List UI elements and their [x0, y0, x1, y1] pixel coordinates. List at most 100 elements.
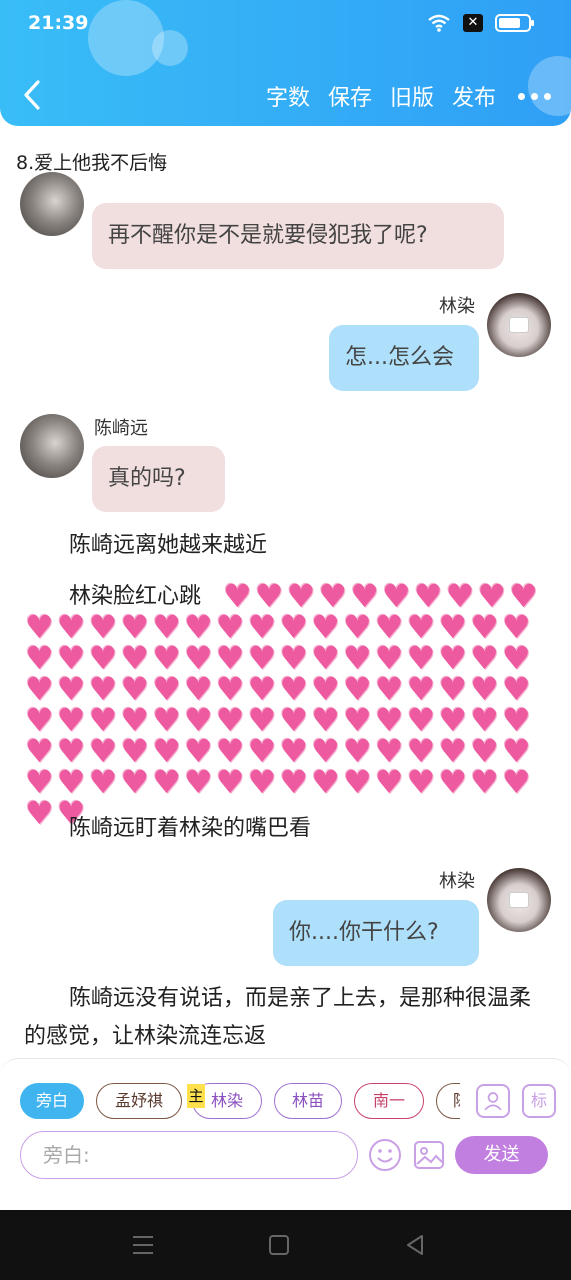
send-button[interactable]: 发送	[455, 1136, 548, 1174]
save-button[interactable]: 保存	[328, 80, 372, 112]
role-selector: 旁白 孟妤祺 林染 林苗 南一 陈	[20, 1083, 460, 1121]
main-role-tag: 主	[187, 1084, 205, 1108]
heart-emoji	[374, 764, 406, 800]
heart-emoji	[374, 609, 406, 645]
heart-emoji	[469, 702, 501, 738]
more-horizontal-icon[interactable]	[518, 87, 551, 106]
avatar-chen-qiyuan[interactable]	[20, 414, 84, 478]
heart-emoji	[56, 609, 88, 645]
avatar-lin-ran[interactable]	[487, 293, 551, 357]
heart-emoji	[437, 764, 469, 800]
heart-emoji	[342, 609, 374, 645]
heart-emoji	[183, 671, 215, 707]
heart-emoji	[406, 733, 438, 769]
narration-text[interactable]: 陈崎远没有说话，而是亲了上去，是那种很温柔的感觉，让林染流连忘返	[24, 980, 544, 1056]
heart-emoji	[501, 702, 533, 738]
chat-bubble[interactable]: 再不醒你是不是就要侵犯我了呢?	[92, 203, 504, 269]
heart-emoji	[278, 764, 310, 800]
chat-bubble[interactable]: 你....你干什么?	[273, 900, 479, 966]
heart-emoji	[437, 702, 469, 738]
role-chip[interactable]: 孟妤祺	[96, 1083, 182, 1119]
sticker-mask	[509, 892, 529, 908]
heart-emoji	[119, 702, 151, 738]
heart-emoji	[406, 702, 438, 738]
heart-emoji	[215, 702, 247, 738]
heart-emoji	[342, 733, 374, 769]
heart-emoji	[310, 671, 342, 707]
heart-emoji	[374, 640, 406, 676]
heart-emoji	[437, 609, 469, 645]
chevron-left-icon[interactable]	[14, 74, 50, 116]
heart-emoji	[151, 609, 183, 645]
smile-icon[interactable]	[368, 1138, 402, 1172]
status-time: 21:39	[28, 12, 89, 34]
heart-emoji	[437, 733, 469, 769]
heart-emoji	[406, 640, 438, 676]
sticker-mask	[509, 317, 529, 333]
home-square-icon[interactable]	[266, 1232, 292, 1258]
heart-emoji	[88, 609, 120, 645]
heart-row	[24, 764, 534, 800]
role-chip[interactable]: 林苗	[274, 1083, 342, 1119]
header-actions: 字数 保存 旧版 发布	[248, 80, 551, 112]
heart-emoji	[247, 733, 279, 769]
narration-text[interactable]: 陈崎远盯着林染的嘴巴看	[24, 810, 544, 848]
heart-emoji	[437, 671, 469, 707]
image-icon[interactable]	[413, 1139, 445, 1171]
back-triangle-icon[interactable]	[402, 1232, 428, 1258]
heart-emoji	[310, 609, 342, 645]
heart-emoji	[88, 702, 120, 738]
heart-emoji	[88, 671, 120, 707]
chat-bubble[interactable]: 怎...怎么会	[329, 325, 479, 391]
old-version-button[interactable]: 旧版	[390, 80, 434, 112]
heart-emoji	[183, 640, 215, 676]
heart-emoji	[501, 733, 533, 769]
speaker-name: 陈崎远	[94, 418, 148, 439]
role-chip-narrator[interactable]: 旁白	[20, 1083, 84, 1119]
heart-emoji	[247, 702, 279, 738]
heart-emoji	[342, 640, 374, 676]
message-input[interactable]: 旁白:	[20, 1131, 358, 1179]
heart-emoji	[310, 733, 342, 769]
heart-emoji	[310, 764, 342, 800]
heart-emoji	[215, 640, 247, 676]
heart-emoji	[342, 702, 374, 738]
narration-text[interactable]: 陈崎远离她越来越近	[24, 527, 544, 565]
wifi-icon	[428, 14, 450, 32]
heart-emoji	[501, 671, 533, 707]
heart-emoji	[183, 702, 215, 738]
heart-emoji-block	[24, 609, 534, 831]
heart-emoji	[24, 764, 56, 800]
avatar-chen-qiyuan[interactable]	[20, 172, 84, 236]
role-chip[interactable]: 陈	[436, 1083, 460, 1119]
heart-emoji	[119, 764, 151, 800]
heart-emoji	[374, 671, 406, 707]
heart-emoji	[24, 733, 56, 769]
top-app-bar: 21:39 ✕ 字数 保存 旧版 发布	[0, 0, 571, 126]
role-chip[interactable]: 南一	[354, 1083, 424, 1119]
heart-emoji	[183, 764, 215, 800]
word-count-button[interactable]: 字数	[266, 80, 310, 112]
menu-icon[interactable]	[130, 1232, 156, 1258]
heart-emoji	[151, 702, 183, 738]
heart-emoji	[310, 640, 342, 676]
speaker-name: 林染	[439, 871, 475, 892]
heart-emoji	[406, 764, 438, 800]
heart-emoji	[374, 733, 406, 769]
heart-emoji	[24, 671, 56, 707]
avatar-lin-ran[interactable]	[487, 868, 551, 932]
heart-emoji	[24, 702, 56, 738]
heart-emoji	[310, 702, 342, 738]
chat-bubble[interactable]: 真的吗?	[92, 446, 225, 512]
battery-icon	[495, 14, 534, 32]
heart-emoji	[56, 640, 88, 676]
heart-emoji	[469, 764, 501, 800]
user-card-icon[interactable]	[476, 1084, 510, 1118]
heart-emoji	[501, 764, 533, 800]
heart-emoji	[406, 671, 438, 707]
mark-button[interactable]: 标	[522, 1084, 556, 1118]
heart-emoji	[278, 640, 310, 676]
publish-button[interactable]: 发布	[452, 80, 496, 112]
heart-emoji	[24, 609, 56, 645]
heart-emoji	[437, 640, 469, 676]
